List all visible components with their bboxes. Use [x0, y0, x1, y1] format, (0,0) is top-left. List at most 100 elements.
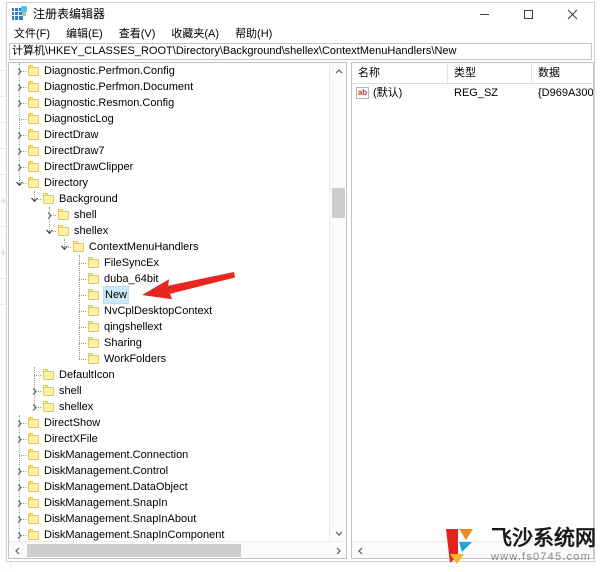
tree-item[interactable]: DiskManagement.SnapInComponent	[9, 527, 329, 541]
folder-icon	[27, 145, 41, 157]
tree-item[interactable]: DirectDraw	[9, 127, 329, 143]
tree-item[interactable]: DiskManagement.Connection	[9, 447, 329, 463]
column-header-data[interactable]: 数据	[532, 63, 593, 83]
tree-guide-line	[79, 343, 86, 344]
tree-guide-line	[34, 199, 41, 200]
column-header-type[interactable]: 类型	[448, 63, 532, 83]
tree-hscroll-thumb[interactable]	[27, 544, 241, 557]
tree-item-label: shellex	[59, 399, 93, 415]
folder-icon	[87, 321, 101, 333]
scroll-up-icon[interactable]	[330, 63, 347, 80]
registry-values-pane: 名称 类型 数据 ab(默认)REG_SZ{D969A300-E	[351, 62, 594, 559]
tree-item[interactable]: Background	[9, 191, 329, 207]
tree-item-label: Sharing	[104, 335, 142, 351]
scroll-down-icon[interactable]	[330, 524, 347, 541]
maximize-button[interactable]	[506, 3, 550, 25]
tree-item[interactable]: DiskManagement.DataObject	[9, 479, 329, 495]
tree-guide-line	[19, 183, 26, 184]
tree-guide-line	[19, 63, 20, 183]
address-bar[interactable]: 计算机\HKEY_CLASSES_ROOT\Directory\Backgrou…	[9, 43, 592, 60]
tree-item[interactable]: NvCplDesktopContext	[9, 303, 329, 319]
ghost-label-0: 3	[1, 198, 5, 205]
tree-item-label: DiskManagement.SnapInAbout	[44, 511, 196, 527]
folder-icon	[42, 385, 56, 397]
scroll-right-icon[interactable]	[329, 542, 346, 559]
values-scroll-left-icon[interactable]	[352, 542, 369, 559]
tree-item[interactable]: FileSyncEx	[9, 255, 329, 271]
tree-item-label: shellex	[74, 223, 108, 239]
tree-item[interactable]: DefaultIcon	[9, 367, 329, 383]
tree-item[interactable]: shell	[9, 207, 329, 223]
value-type-cell: REG_SZ	[448, 84, 532, 102]
menu-item-help[interactable]: 帮助(H)	[235, 25, 281, 43]
tree-item[interactable]: DirectXFile	[9, 431, 329, 447]
tree-item-label: WorkFolders	[104, 351, 166, 367]
tree-item[interactable]: DiagnosticLog	[9, 111, 329, 127]
tree-item-selected[interactable]: New	[9, 287, 329, 303]
tree-guide-line	[64, 239, 65, 247]
tree-item[interactable]: qingshellext	[9, 319, 329, 335]
tree-guide-line	[19, 439, 26, 440]
tree-item[interactable]: DiskManagement.SnapInAbout	[9, 511, 329, 527]
tree-item[interactable]: shellex	[9, 223, 329, 239]
tree-guide-line	[79, 295, 86, 296]
tree-item[interactable]: WorkFolders	[9, 351, 329, 367]
folder-icon	[87, 257, 101, 269]
tree-guide-line	[34, 391, 41, 392]
tree-item[interactable]: Sharing	[9, 335, 329, 351]
tree-item[interactable]: shellex	[9, 399, 329, 415]
tree-item[interactable]: duba_64bit	[9, 271, 329, 287]
tree-item-label: duba_64bit	[104, 271, 158, 287]
tree-guide-line	[19, 135, 26, 136]
menu-item-view[interactable]: 查看(V)	[119, 25, 165, 43]
registry-tree[interactable]: Diagnostic.Perfmon.ConfigDiagnostic.Perf…	[9, 63, 329, 541]
tree-item[interactable]: Diagnostic.Resmon.Config	[9, 95, 329, 111]
values-list[interactable]: ab(默认)REG_SZ{D969A300-E	[352, 84, 593, 102]
minimize-button[interactable]	[462, 3, 506, 25]
tree-item[interactable]: Diagnostic.Perfmon.Document	[9, 79, 329, 95]
ghost-label-1: 1	[1, 250, 5, 257]
tree-guide-line	[79, 327, 86, 328]
tree-item[interactable]: DirectDrawClipper	[9, 159, 329, 175]
tree-item[interactable]: DiskManagement.Control	[9, 463, 329, 479]
tree-item-label: Directory	[44, 175, 88, 191]
tree-item[interactable]: ContextMenuHandlers	[9, 239, 329, 255]
registry-editor-icon	[11, 6, 27, 22]
tree-item[interactable]: DirectShow	[9, 415, 329, 431]
folder-icon	[27, 417, 41, 429]
tree-item-label: DirectDraw	[44, 127, 98, 143]
watermark-logo-icon	[442, 523, 486, 567]
tree-item[interactable]: shell	[9, 383, 329, 399]
tree-item-label: Diagnostic.Perfmon.Document	[44, 79, 193, 95]
scroll-left-icon[interactable]	[9, 542, 26, 559]
tree-guide-line	[19, 455, 26, 456]
folder-icon	[27, 129, 41, 141]
tree-item[interactable]: Diagnostic.Perfmon.Config	[9, 63, 329, 79]
value-name-cell: ab(默认)	[352, 84, 448, 102]
tree-horizontal-scrollbar[interactable]	[9, 541, 346, 558]
tree-item[interactable]: Directory	[9, 175, 329, 191]
tree-guide-line	[19, 87, 26, 88]
menu-bar: 文件(F) 编辑(E) 查看(V) 收藏夹(A) 帮助(H)	[7, 25, 594, 43]
tree-scroll-thumb[interactable]	[332, 188, 345, 218]
tree-guide-line	[34, 407, 41, 408]
folder-icon	[27, 81, 41, 93]
menu-item-favorites[interactable]: 收藏夹(A)	[171, 25, 228, 43]
folder-icon	[87, 305, 101, 317]
tree-item-label: ContextMenuHandlers	[89, 239, 198, 255]
tree-item-label: Background	[59, 191, 118, 207]
folder-icon	[27, 529, 41, 541]
window-controls	[462, 3, 594, 25]
tree-vertical-scrollbar[interactable]	[329, 63, 346, 541]
tree-item[interactable]: DirectDraw7	[9, 143, 329, 159]
menu-item-edit[interactable]: 编辑(E)	[66, 25, 112, 43]
tree-guide-line	[34, 375, 41, 376]
column-header-name[interactable]: 名称	[352, 63, 448, 83]
tree-guide-line	[19, 71, 26, 72]
close-button[interactable]	[550, 3, 594, 25]
tree-guide-line	[49, 207, 50, 231]
tree-guide-line	[79, 311, 86, 312]
tree-item[interactable]: DiskManagement.SnapIn	[9, 495, 329, 511]
value-row[interactable]: ab(默认)REG_SZ{D969A300-E	[352, 84, 593, 102]
menu-item-file[interactable]: 文件(F)	[14, 25, 59, 43]
